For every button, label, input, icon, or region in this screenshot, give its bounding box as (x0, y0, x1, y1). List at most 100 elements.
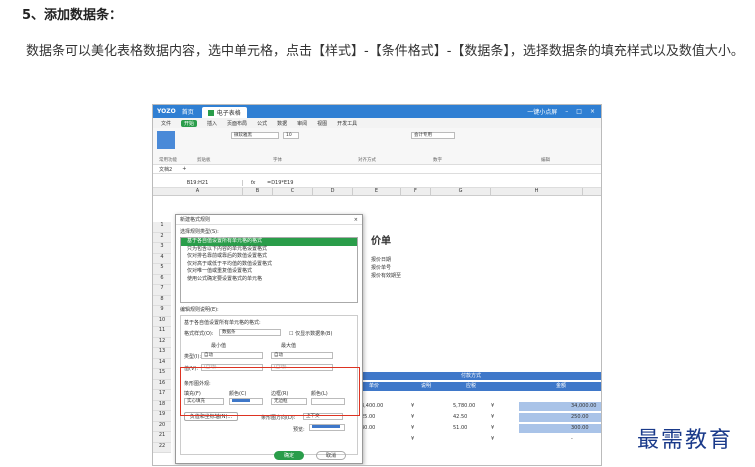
row-header[interactable]: 4 (153, 253, 171, 264)
data-bar-2 (519, 413, 601, 422)
menu-item[interactable]: 页面布局 (227, 120, 247, 127)
minimize-icon[interactable]: – (565, 108, 568, 115)
table-cell: ¥ (491, 414, 495, 420)
user-label[interactable]: 一键小点屏 (527, 107, 557, 116)
edit-rule-label: 编辑规则说明(E): (180, 307, 219, 313)
dialog-close-icon[interactable]: × (354, 217, 362, 223)
row-header[interactable]: 9 (153, 306, 171, 317)
close-icon[interactable]: × (590, 108, 595, 115)
row-header[interactable]: 13 (153, 348, 171, 359)
name-box[interactable]: B19:H21 (153, 179, 243, 186)
menu-item[interactable]: 公式 (257, 120, 267, 127)
maximize-icon[interactable]: □ (576, 108, 582, 115)
row-header[interactable]: 7 (153, 285, 171, 296)
row-header[interactable]: 10 (153, 316, 171, 327)
row-header[interactable]: 19 (153, 411, 171, 422)
row-header[interactable]: 22 (153, 442, 171, 453)
table-cell: 25.00 (361, 414, 376, 420)
new-format-rule-dialog: 新建格式规则 × 选择规则类型(S): 基于各自值设置所有单元格的格式 只为包含以下… (175, 214, 363, 464)
section-heading: 5、添加数据条： (22, 8, 123, 23)
row-header[interactable]: 17 (153, 390, 171, 401)
row-header[interactable]: 14 (153, 358, 171, 369)
table-cell: ¥ (411, 403, 415, 409)
column-headers: ABCDEFGH (153, 188, 601, 196)
row-header[interactable]: 12 (153, 337, 171, 348)
column-header[interactable]: C (273, 188, 313, 195)
home-tab[interactable]: 首页 (182, 107, 194, 116)
document-tab[interactable]: 电子表格 (201, 107, 247, 118)
row-header[interactable]: 6 (153, 274, 171, 285)
column-header[interactable]: B (243, 188, 273, 195)
menu-item[interactable]: 开始 (181, 119, 198, 127)
row-header[interactable]: 11 (153, 327, 171, 338)
highlight-box (180, 367, 360, 416)
table-cell: ¥ (411, 414, 415, 420)
row-header[interactable]: 21 (153, 432, 171, 443)
table-cell: ¥ (491, 403, 495, 409)
row-header[interactable]: 18 (153, 400, 171, 411)
rule-type-item[interactable]: 仅对排名靠前或靠后的数值设置格式 (181, 253, 357, 261)
column-header[interactable]: H (491, 188, 583, 195)
table-cell: 30.00 (361, 425, 376, 431)
doc-tab[interactable]: 文档2 (159, 166, 172, 173)
column-header[interactable]: A (153, 188, 243, 195)
row-header[interactable]: 1 (153, 222, 171, 233)
menu-item[interactable]: 开发工具 (337, 120, 357, 127)
rule-type-item[interactable]: 基于各自值设置所有单元格的格式 (181, 238, 357, 246)
cancel-button[interactable]: 取消 (316, 451, 346, 460)
font-size-select[interactable]: 10 (283, 132, 299, 139)
menu-item[interactable]: 文件 (161, 120, 171, 127)
menu-item[interactable]: 视图 (317, 120, 327, 127)
style-select[interactable]: 数据条 (219, 329, 281, 336)
app-logo: YOZO (157, 108, 176, 115)
row-header[interactable]: 16 (153, 379, 171, 390)
table-cell: ¥ (411, 425, 415, 431)
row-header[interactable]: 8 (153, 295, 171, 306)
number-format-select[interactable]: 会计专用 (411, 132, 455, 139)
document-tab-label: 电子表格 (216, 110, 241, 117)
table-cell: 42.50 (453, 414, 468, 420)
row-header[interactable]: 2 (153, 232, 171, 243)
menu-item[interactable]: 审阅 (297, 120, 307, 127)
column-header[interactable]: E (353, 188, 401, 195)
dialog-title-bar: 新建格式规则 × (176, 215, 362, 225)
rule-type-item[interactable]: 只为包含以下内容的单元格设置格式 (181, 246, 357, 254)
preview-label: 预览: (293, 427, 305, 433)
max-label: 最大值 (281, 343, 297, 349)
ok-button[interactable]: 确定 (274, 451, 304, 460)
min-type-select[interactable]: 自动 (201, 352, 263, 359)
hdr-amount: 金额 (556, 383, 567, 389)
table-cell: ¥ (411, 436, 415, 442)
column-header[interactable]: D (313, 188, 353, 195)
max-type-select[interactable]: 自动 (271, 352, 333, 359)
watermark-logo: 最需教育 (637, 428, 734, 453)
table-cell: 34,000.00 (571, 403, 597, 409)
column-header[interactable]: G (431, 188, 491, 195)
rule-type-item[interactable]: 使用公式确定要设置格式的单元格 (181, 276, 357, 284)
style-label: 格式样式(O): (184, 331, 214, 337)
paste-icon[interactable] (157, 131, 175, 149)
table-cell: 300.00 (571, 425, 589, 431)
row-header[interactable]: 15 (153, 369, 171, 380)
row-header[interactable]: 3 (153, 243, 171, 254)
menu-item[interactable]: 插入 (207, 120, 217, 127)
group-common: 常用功能 (159, 158, 177, 163)
column-header[interactable]: F (401, 188, 431, 195)
table-cell: 3,400.00 (361, 403, 384, 409)
group-clipboard: 剪贴板 (197, 158, 211, 163)
row-header[interactable]: 5 (153, 264, 171, 275)
min-label: 最小值 (211, 343, 227, 349)
menu-bar: 文件 开始 插入 页面布局 公式 数据 审阅 视图 开发工具 (153, 118, 601, 128)
row-header[interactable]: 20 (153, 421, 171, 432)
font-name-select[interactable]: 微软雅黑 (231, 132, 279, 139)
rule-type-item[interactable]: 仅对唯一值或重复值设置格式 (181, 268, 357, 276)
rule-type-item[interactable]: 仅对高于或低于平均值的数值设置格式 (181, 261, 357, 269)
table-header-band: 单价 说明 应税 金额 (361, 382, 601, 391)
ribbon: 微软雅黑 10 会计专用 常用功能 剪贴板 字体 对齐方式 数字 编辑 (153, 128, 601, 165)
add-tab-icon[interactable]: + (182, 166, 186, 172)
fx-icon[interactable]: fx (243, 180, 263, 186)
menu-item[interactable]: 数据 (277, 120, 287, 127)
formula-input[interactable]: =D19*E19 (263, 180, 293, 186)
show-bar-only-checkbox[interactable]: ☐ 仅显示数据条(B) (289, 330, 332, 337)
dialog-title: 新建格式规则 (180, 217, 211, 223)
